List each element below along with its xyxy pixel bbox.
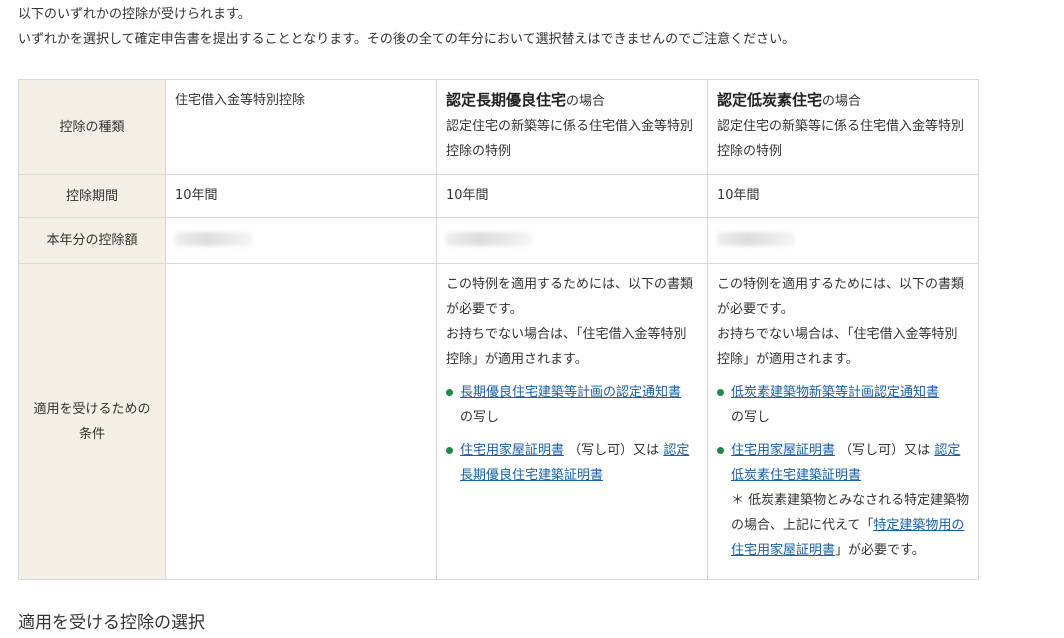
- col1-amount: [165, 217, 437, 264]
- col3-title-suffix: の場合: [822, 94, 862, 109]
- bullet-icon: [446, 389, 453, 396]
- col3-doc2-mid: （写し可）又は: [839, 443, 931, 458]
- col2-title-suffix: の場合: [566, 94, 606, 109]
- col3-doc2-link[interactable]: 住宅用家屋証明書: [731, 443, 835, 458]
- col2-cond-text2: お持ちでない場合は、「住宅借入金等特別控除」が適用されます。: [446, 327, 687, 367]
- col1-conditions: [165, 263, 437, 580]
- col3-title-bold: 認定低炭素住宅: [717, 91, 823, 109]
- col3-period: 10年間: [707, 174, 979, 218]
- table-row-amount: 本年分の控除額: [18, 217, 979, 264]
- col2-doc2-mid: （写し可）又は: [568, 443, 660, 458]
- col2-amount-redacted: [446, 232, 532, 246]
- col3-conditions: この特例を適用するためには、以下の書類が必要です。 お持ちでない場合は、「住宅借…: [707, 263, 979, 580]
- list-item: 長期優良住宅建築等計画の認定通知書 の写し: [446, 380, 699, 430]
- col2-doc1-link[interactable]: 長期優良住宅建築等計画の認定通知書: [460, 385, 681, 400]
- row-header-conditions-line2: 条件: [78, 426, 105, 442]
- col3-subtitle: 認定住宅の新築等に係る住宅借入金等特別控除の特例: [717, 119, 965, 159]
- col3-required-docs: 低炭素建築物新築等計画認定通知書 の写し 住宅用家屋証明書 （写し可）又は 認定…: [717, 380, 970, 563]
- col3-doc1-suffix: の写し: [731, 410, 771, 425]
- row-header-conditions: 適用を受けるための 条件: [18, 263, 166, 580]
- list-item: 住宅用家屋証明書 （写し可）又は 認定低炭素住宅建築証明書 ＊ 低炭素建築物とみ…: [717, 438, 970, 563]
- col3-doc1-link[interactable]: 低炭素建築物新築等計画認定通知書: [731, 385, 939, 400]
- col2-doc1-suffix: の写し: [460, 410, 500, 425]
- col3-title: 認定低炭素住宅の場合 認定住宅の新築等に係る住宅借入金等特別控除の特例: [707, 79, 979, 175]
- bullet-icon: [717, 447, 724, 454]
- section-title-select-deduction: 適用を受ける控除の選択: [18, 613, 205, 633]
- list-item: 住宅用家屋証明書 （写し可）又は 認定長期優良住宅建築証明書: [446, 438, 699, 488]
- col2-cond-text1: この特例を適用するためには、以下の書類が必要です。: [446, 277, 694, 317]
- col3-note: ＊ 低炭素建築物とみなされる特定建築物の場合、上記に代えて「特定建築物用の住宅用…: [731, 488, 970, 563]
- col2-amount: [436, 217, 708, 264]
- col1-title-text: 住宅借入金等特別控除: [175, 93, 306, 108]
- list-item: 低炭素建築物新築等計画認定通知書 の写し: [717, 380, 970, 430]
- intro-line-1: 以下のいずれかの控除が受けられます。: [18, 7, 251, 22]
- deduction-comparison-table: 控除の種類 住宅借入金等特別控除 認定長期優良住宅の場合 認定住宅の新築等に係る…: [18, 79, 979, 580]
- intro-line-2: いずれかを選択して確定申告書を提出することとなります。その後の全ての年分において…: [18, 32, 796, 47]
- col3-amount: [707, 217, 979, 264]
- col2-title-bold: 認定長期優良住宅: [446, 91, 567, 109]
- row-header-period: 控除期間: [18, 174, 166, 218]
- intro-text: 以下のいずれかの控除が受けられます。 いずれかを選択して確定申告書を提出すること…: [18, 2, 795, 52]
- bullet-icon: [717, 389, 724, 396]
- col2-title: 認定長期優良住宅の場合 認定住宅の新築等に係る住宅借入金等特別控除の特例: [436, 79, 708, 175]
- col2-subtitle: 認定住宅の新築等に係る住宅借入金等特別控除の特例: [446, 119, 694, 159]
- table-row-period: 控除期間 10年間 10年間 10年間: [18, 174, 979, 218]
- row-header-type: 控除の種類: [18, 79, 166, 175]
- col3-note-suffix: 」が必要です。: [835, 543, 925, 558]
- col2-doc2-link[interactable]: 住宅用家屋証明書: [460, 443, 564, 458]
- col3-cond-text2: お持ちでない場合は、「住宅借入金等特別控除」が適用されます。: [717, 327, 958, 367]
- row-header-conditions-line1: 適用を受けるための: [33, 401, 151, 417]
- table-row-type: 控除の種類 住宅借入金等特別控除 認定長期優良住宅の場合 認定住宅の新築等に係る…: [18, 79, 979, 175]
- col2-period: 10年間: [436, 174, 708, 218]
- col3-amount-redacted: [717, 232, 795, 246]
- col3-cond-text1: この特例を適用するためには、以下の書類が必要です。: [717, 277, 965, 317]
- bullet-icon: [446, 447, 453, 454]
- col2-conditions: この特例を適用するためには、以下の書類が必要です。 お持ちでない場合は、「住宅借…: [436, 263, 708, 580]
- col1-title: 住宅借入金等特別控除: [165, 79, 437, 175]
- table-row-conditions: 適用を受けるための 条件 この特例を適用するためには、以下の書類が必要です。 お…: [18, 263, 979, 580]
- col1-period: 10年間: [165, 174, 437, 218]
- row-header-amount: 本年分の控除額: [18, 217, 166, 264]
- col2-required-docs: 長期優良住宅建築等計画の認定通知書 の写し 住宅用家屋証明書 （写し可）又は 認…: [446, 380, 699, 488]
- col1-amount-redacted: [175, 232, 253, 246]
